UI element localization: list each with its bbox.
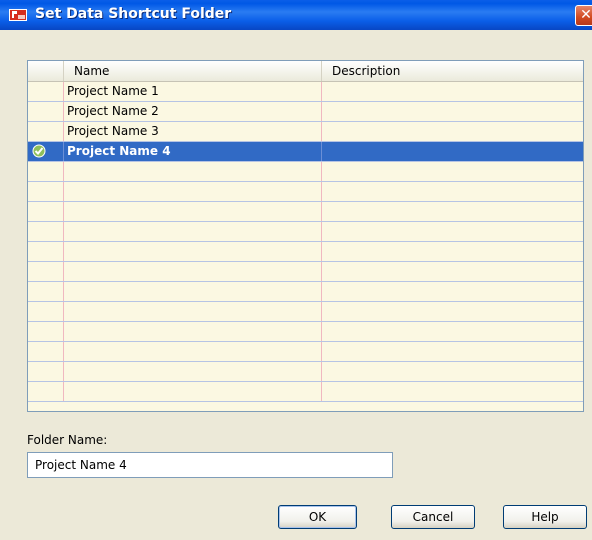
table-row-empty[interactable] (28, 302, 583, 322)
row-name[interactable] (64, 162, 322, 181)
row-name[interactable] (64, 182, 322, 201)
row-name[interactable] (64, 262, 322, 281)
table-row-empty[interactable] (28, 202, 583, 222)
table-row-empty[interactable] (28, 262, 583, 282)
row-select-cell[interactable] (28, 302, 64, 321)
close-button[interactable]: ✕ (575, 5, 592, 26)
row-name[interactable] (64, 322, 322, 341)
close-icon: ✕ (580, 7, 592, 23)
table-row-empty[interactable] (28, 182, 583, 202)
table-row-empty[interactable] (28, 242, 583, 262)
header-description[interactable]: Description (322, 61, 583, 81)
row-description[interactable] (322, 202, 583, 221)
header-select-column[interactable] (28, 61, 64, 81)
row-description[interactable] (322, 102, 583, 121)
row-description[interactable] (322, 382, 583, 401)
table-row-empty[interactable] (28, 382, 583, 402)
table-row-empty[interactable] (28, 162, 583, 182)
row-name[interactable]: Project Name 4 (64, 142, 322, 161)
row-select-cell[interactable] (28, 82, 64, 101)
table-row[interactable]: Project Name 1 (28, 82, 583, 102)
row-select-cell[interactable] (28, 162, 64, 181)
row-description[interactable] (322, 302, 583, 321)
row-name[interactable] (64, 342, 322, 361)
ok-button[interactable]: OK (278, 505, 357, 529)
grid-rows: Project Name 1 Project Name 2 Project Na… (28, 82, 583, 402)
row-name[interactable] (64, 202, 322, 221)
row-name[interactable] (64, 282, 322, 301)
header-name[interactable]: Name (64, 61, 322, 81)
row-name[interactable] (64, 362, 322, 381)
row-select-cell[interactable] (28, 202, 64, 221)
cancel-button[interactable]: Cancel (391, 505, 475, 529)
table-row-selected[interactable]: Project Name 4 (28, 142, 583, 162)
folder-grid[interactable]: Name Description Project Name 1 Project … (27, 60, 584, 412)
row-select-cell[interactable] (28, 122, 64, 141)
row-description[interactable] (322, 122, 583, 141)
row-select-cell[interactable] (28, 222, 64, 241)
check-icon (32, 144, 46, 158)
table-row-empty[interactable] (28, 362, 583, 382)
row-description[interactable] (322, 342, 583, 361)
folder-name-field[interactable]: Project Name 4 (27, 452, 393, 478)
row-description[interactable] (322, 182, 583, 201)
row-description[interactable] (322, 142, 583, 161)
row-description[interactable] (322, 222, 583, 241)
window-title: Set Data Shortcut Folder (35, 6, 232, 22)
row-name[interactable] (64, 222, 322, 241)
row-description[interactable] (322, 242, 583, 261)
table-row[interactable]: Project Name 2 (28, 102, 583, 122)
app-icon (9, 9, 27, 21)
row-select-cell[interactable] (28, 142, 64, 161)
table-row-empty[interactable] (28, 222, 583, 242)
grid-header: Name Description (28, 61, 583, 82)
row-select-cell[interactable] (28, 102, 64, 121)
folder-name-label: Folder Name: (27, 433, 108, 447)
row-select-cell[interactable] (28, 322, 64, 341)
row-description[interactable] (322, 162, 583, 181)
row-select-cell[interactable] (28, 262, 64, 281)
table-row-empty[interactable] (28, 322, 583, 342)
row-name[interactable] (64, 302, 322, 321)
title-bar[interactable]: Set Data Shortcut Folder ✕ (0, 0, 592, 30)
row-description[interactable] (322, 262, 583, 281)
row-select-cell[interactable] (28, 362, 64, 381)
row-name[interactable] (64, 242, 322, 261)
row-select-cell[interactable] (28, 182, 64, 201)
row-select-cell[interactable] (28, 282, 64, 301)
table-row-empty[interactable] (28, 282, 583, 302)
row-select-cell[interactable] (28, 242, 64, 261)
row-description[interactable] (322, 322, 583, 341)
row-name[interactable]: Project Name 1 (64, 82, 322, 101)
row-name[interactable]: Project Name 2 (64, 102, 322, 121)
help-button[interactable]: Help (503, 505, 587, 529)
table-row[interactable]: Project Name 3 (28, 122, 583, 142)
row-description[interactable] (322, 282, 583, 301)
row-description[interactable] (322, 82, 583, 101)
empty-rows (28, 162, 583, 402)
row-select-cell[interactable] (28, 342, 64, 361)
row-description[interactable] (322, 362, 583, 381)
row-select-cell[interactable] (28, 382, 64, 401)
table-row-empty[interactable] (28, 342, 583, 362)
row-name[interactable]: Project Name 3 (64, 122, 322, 141)
row-name[interactable] (64, 382, 322, 401)
